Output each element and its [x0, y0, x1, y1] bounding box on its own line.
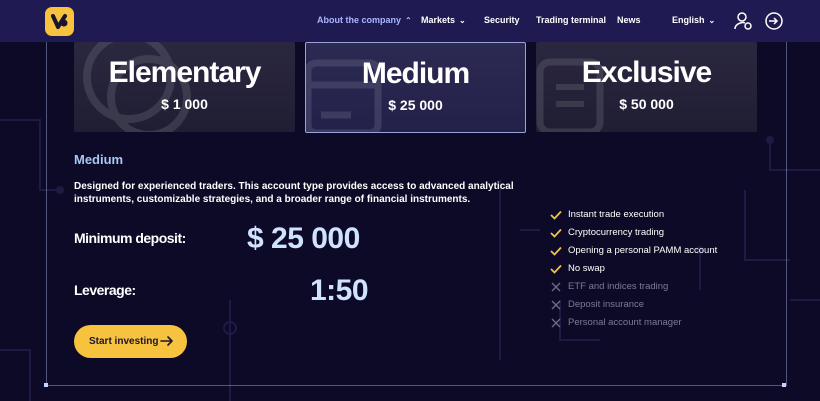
check-icon: [550, 228, 562, 238]
plan-card-elementary[interactable]: Elementary $ 1 000: [74, 42, 295, 132]
nav-trading-terminal[interactable]: Trading terminal: [536, 15, 606, 25]
nav-news[interactable]: News: [617, 15, 641, 25]
cross-icon: [551, 282, 561, 292]
logo-v-icon: [51, 14, 68, 29]
nav-security[interactable]: Security: [484, 15, 520, 25]
plan-description: Designed for experienced traders. This a…: [74, 181, 514, 205]
check-icon: [550, 246, 562, 256]
plan-card-medium[interactable]: Medium $ 25 000: [305, 42, 526, 133]
leverage-label: Leverage:: [74, 282, 136, 298]
start-investing-button[interactable]: Start investing: [74, 325, 187, 358]
chevron-down-icon: ⌄: [708, 16, 716, 25]
top-nav: About the company ⌃ Markets ⌄ Security Tra…: [0, 0, 820, 42]
frame-corner: [782, 383, 786, 387]
arrow-right-icon: [160, 336, 173, 346]
plan-card-exclusive[interactable]: Exclusive $ 50 000: [536, 42, 757, 132]
frame-corner: [44, 383, 48, 387]
check-icon: [550, 264, 562, 274]
leverage-value: 1:50: [310, 274, 369, 307]
login-icon[interactable]: [764, 11, 784, 31]
min-deposit-label: Minimum deposit:: [74, 230, 186, 246]
language-selector[interactable]: English ⌄: [672, 15, 715, 25]
min-deposit-value: $ 25 000: [247, 222, 360, 255]
chevron-up-icon: ⌃: [405, 16, 412, 25]
nav-about-company[interactable]: About the company ⌃: [317, 15, 412, 25]
selected-plan-name: Medium: [74, 152, 124, 167]
chevron-down-icon: ⌄: [459, 16, 466, 25]
check-icon: [550, 210, 562, 220]
cross-icon: [551, 300, 561, 310]
cross-icon: [551, 318, 561, 328]
brand-logo[interactable]: [45, 7, 74, 36]
nav-markets[interactable]: Markets ⌄: [421, 15, 466, 25]
user-settings-icon[interactable]: [733, 11, 753, 31]
